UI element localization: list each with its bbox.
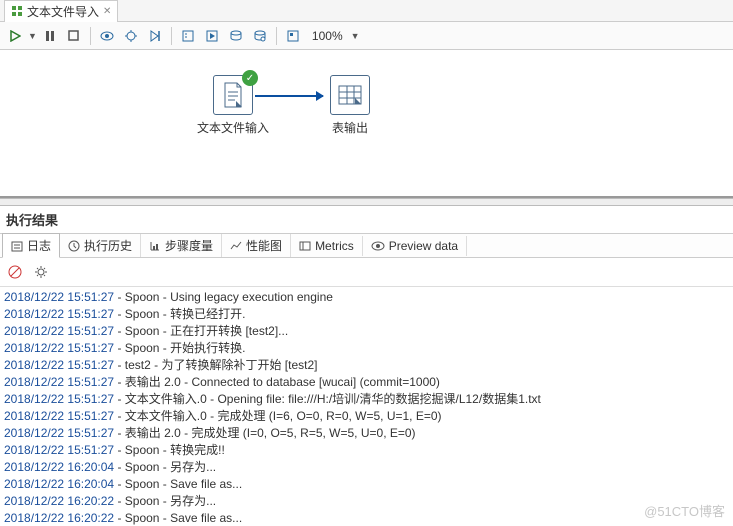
stop-button[interactable]: [63, 25, 85, 47]
canvas[interactable]: ✓ 文本文件输入 表输出: [0, 50, 733, 198]
show-results-button[interactable]: [282, 25, 304, 47]
node-label: 文本文件输入: [197, 119, 269, 136]
file-icon: [222, 82, 244, 108]
log-line: 2018/12/22 16:20:22 - Spoon - 另存为...: [4, 493, 729, 510]
tab-step-metrics[interactable]: 步骤度量: [141, 234, 222, 257]
tab-title: 文本文件导入: [27, 3, 99, 20]
editor-tab-bar: 文本文件导入 ✕: [0, 0, 733, 22]
explore-button[interactable]: [249, 25, 271, 47]
transform-icon: [11, 5, 23, 17]
hop-arrow[interactable]: [255, 95, 323, 97]
tab-perf[interactable]: 性能图: [222, 234, 291, 257]
run-dd-icon[interactable]: ▼: [28, 31, 37, 41]
tab-metrics[interactable]: Metrics: [291, 236, 363, 256]
tab-history[interactable]: 执行历史: [60, 234, 141, 257]
log-line: 2018/12/22 15:51:27 - 文本文件输入.0 - Opening…: [4, 391, 729, 408]
main-toolbar: ▼ 100% ▼: [0, 22, 733, 50]
status-ok-icon: ✓: [242, 70, 258, 86]
log-line: 2018/12/22 15:51:27 - Spoon - 正在打开转换 [te…: [4, 323, 729, 340]
debug-button[interactable]: [120, 25, 142, 47]
log-line: 2018/12/22 15:51:27 - Spoon - 开始执行转换.: [4, 340, 729, 357]
preview-button[interactable]: [96, 25, 118, 47]
close-icon[interactable]: ✕: [103, 6, 111, 17]
log-line: 2018/12/22 15:51:27 - 表输出 2.0 - 完成处理 (I=…: [4, 425, 729, 442]
log-line: 2018/12/22 15:51:27 - test2 - 为了转换解除补丁开始…: [4, 357, 729, 374]
watermark: @51CTO博客: [644, 501, 725, 520]
node-table-output[interactable]: 表输出: [330, 75, 370, 136]
log-line: 2018/12/22 16:20:04 - Spoon - 另存为...: [4, 459, 729, 476]
log-line: 2018/12/22 15:51:27 - Spoon - Using lega…: [4, 289, 729, 306]
zoom-dropdown-icon[interactable]: ▼: [351, 31, 360, 41]
pause-button[interactable]: [39, 25, 61, 47]
splitter[interactable]: [0, 198, 733, 206]
check-button[interactable]: [177, 25, 199, 47]
tab-log[interactable]: 日志: [2, 233, 60, 258]
run-button[interactable]: [4, 25, 26, 47]
log-line: 2018/12/22 16:20:04 - Spoon - Save file …: [4, 476, 729, 493]
results-tabs: 日志 执行历史 步骤度量 性能图 Metrics Preview data: [0, 234, 733, 258]
impact-button[interactable]: [201, 25, 223, 47]
node-text-input[interactable]: ✓ 文本文件输入: [197, 75, 269, 136]
log-line: 2018/12/22 15:51:27 - 文本文件输入.0 - 完成处理 (I…: [4, 408, 729, 425]
results-title: 执行结果: [0, 206, 733, 234]
log-line: 2018/12/22 16:20:22 - Spoon - Save file …: [4, 510, 729, 525]
tab-transform[interactable]: 文本文件导入 ✕: [4, 0, 118, 22]
log-settings-button[interactable]: [30, 261, 52, 283]
clear-log-button[interactable]: [4, 261, 26, 283]
sql-button[interactable]: [225, 25, 247, 47]
zoom-value: 100%: [312, 29, 343, 43]
log-panel[interactable]: 2018/12/22 15:51:27 - Spoon - Using lega…: [0, 287, 733, 525]
log-line: 2018/12/22 15:51:27 - 表输出 2.0 - Connecte…: [4, 374, 729, 391]
log-line: 2018/12/22 15:51:27 - Spoon - 转换已经打开.: [4, 306, 729, 323]
replay-button[interactable]: [144, 25, 166, 47]
table-icon: [337, 84, 363, 106]
tab-preview[interactable]: Preview data: [363, 236, 467, 256]
log-line: 2018/12/22 15:51:27 - Spoon - 转换完成!!: [4, 442, 729, 459]
log-toolbar: [0, 258, 733, 287]
node-label: 表输出: [332, 119, 368, 136]
